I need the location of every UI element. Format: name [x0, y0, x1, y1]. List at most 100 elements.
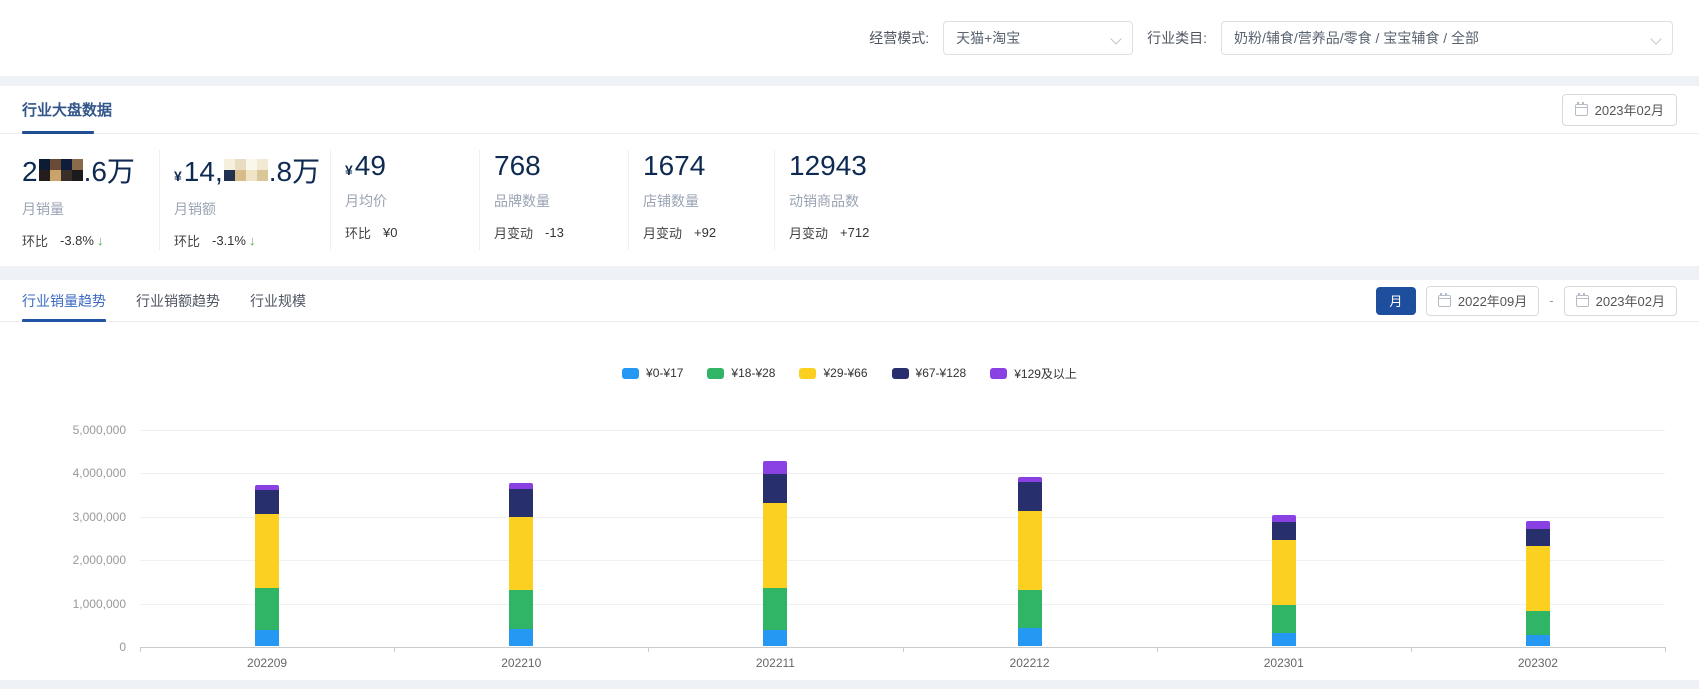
- tab-行业规模[interactable]: 行业规模: [250, 280, 306, 322]
- chevron-down-icon: [1112, 33, 1122, 43]
- stat-value-suffix: .6万: [83, 156, 135, 187]
- stat-sub-value: +712: [840, 225, 870, 240]
- x-axis-category-label: 202212: [1009, 656, 1050, 670]
- bar-segment: [509, 590, 534, 630]
- legend-swatch: [891, 367, 909, 379]
- legend-item[interactable]: ¥29-¥66: [799, 366, 868, 380]
- category-select-value: 奶粉/辅食/营养品/零食 / 宝宝辅食 / 全部: [1234, 30, 1480, 46]
- stat-sub-row: 月变动 -13: [494, 223, 618, 242]
- y-axis-tick-label: 3,000,000: [72, 509, 126, 524]
- bar-segment: [255, 629, 280, 646]
- calendar-icon: [1574, 101, 1588, 116]
- stat-value-text: 1674: [643, 150, 706, 181]
- stacked-bar-202210[interactable]: [509, 483, 534, 646]
- y-axis-tick-label: 2,000,000: [72, 553, 126, 568]
- mode-select[interactable]: 天猫+淘宝: [943, 21, 1134, 55]
- tab-行业销额趋势[interactable]: 行业销额趋势: [136, 280, 220, 322]
- stat-sub-value: -3.8%: [60, 233, 94, 248]
- bar-segment: [1525, 634, 1550, 646]
- arrow-down-icon: ↓: [96, 233, 104, 248]
- trend-header: 行业销量趋势 行业销额趋势 行业规模 月 2022年09月 - 2023年02月: [0, 280, 1699, 322]
- legend-swatch: [990, 367, 1008, 379]
- tab-industry-overview[interactable]: 行业大盘数据: [22, 86, 112, 134]
- category-select[interactable]: 奶粉/辅食/营养品/零食 / 宝宝辅食 / 全部: [1221, 21, 1673, 55]
- bar-segment: [1017, 511, 1042, 590]
- stat-sub-value: -3.1%: [212, 233, 246, 248]
- currency-symbol: ¥: [174, 168, 182, 184]
- gridline: [140, 516, 1665, 518]
- range-end-picker[interactable]: 2023年02月: [1563, 285, 1677, 316]
- bar-segment: [763, 503, 788, 589]
- stacked-bar-chart: 202209 202210 202211 202212 202301 202302 0 1,…: [22, 394, 1677, 670]
- stat-label: 动销商品数: [789, 193, 859, 209]
- bar-segment: [1017, 627, 1042, 646]
- stats-row: 2.6万 月销量 环比 -3.8% ↓ ¥14, .8万 月销额 环比 -3.1% ↓ ¥49 月均价环…: [22, 134, 1677, 250]
- legend-label: ¥18-¥28: [731, 366, 776, 380]
- stat-label: 品牌数量: [494, 193, 550, 209]
- stat-sub-key: 月变动: [494, 226, 534, 241]
- trend-controls: 月 2022年09月 - 2023年02月: [1375, 285, 1677, 316]
- bar-segment: [509, 629, 534, 646]
- gridline: [140, 603, 1665, 605]
- x-axis-tick: [1410, 647, 1412, 652]
- stat-card: 12943 动销商品数 月变动 +712: [775, 150, 1677, 250]
- bar-segment: [255, 514, 280, 588]
- top-filter-bar: 经营模式: 天猫+淘宝 行业类目: 奶粉/辅食/营养品/零食 / 宝宝辅食 / …: [0, 0, 1699, 76]
- stacked-bar-202302[interactable]: [1525, 521, 1550, 646]
- redacted-mosaic: [223, 159, 268, 181]
- range-separator: -: [1549, 293, 1554, 308]
- bar-segment: [1017, 589, 1042, 628]
- stat-label: 月销量: [22, 201, 64, 217]
- stat-value-text: 12943: [789, 150, 867, 181]
- bar-segment: [1271, 632, 1296, 646]
- legend-swatch: [622, 367, 640, 379]
- period-month-button[interactable]: 月: [1375, 286, 1416, 315]
- stacked-bar-202212[interactable]: [1017, 476, 1042, 646]
- stat-value: 2 .6万: [22, 150, 149, 190]
- stacked-bar-202301[interactable]: [1271, 514, 1296, 646]
- stat-value: 768: [494, 150, 618, 182]
- stat-sub-value: ¥0: [383, 225, 398, 240]
- chevron-down-icon: [1652, 33, 1662, 43]
- overview-month-picker[interactable]: 2023年02月: [1561, 93, 1677, 126]
- stat-sub-key: 环比: [345, 226, 372, 241]
- x-axis-tick: [902, 647, 904, 652]
- bar-segment: [1017, 481, 1042, 512]
- range-start-picker[interactable]: 2022年09月: [1425, 285, 1540, 316]
- stat-card: 1674 店铺数量 月变动 +92: [629, 150, 775, 250]
- chart-plot-area: 202209 202210 202211 202212 202301 202302: [140, 430, 1666, 670]
- stat-sub-key: 环比: [174, 234, 201, 249]
- stat-card: 768 品牌数量月变动 -13: [480, 150, 629, 250]
- x-axis-category-label: 202211: [755, 656, 795, 670]
- legend-label: ¥67-¥128: [915, 366, 967, 380]
- y-axis-tick-label: 0: [119, 640, 126, 654]
- stacked-bar-202211[interactable]: [763, 460, 788, 646]
- trend-tabs: 行业销量趋势 行业销额趋势 行业规模: [22, 280, 306, 322]
- legend-item[interactable]: ¥129及以上: [990, 366, 1077, 381]
- overview-title: 行业大盘数据: [22, 102, 113, 119]
- legend-label: ¥0-¥17: [646, 366, 684, 380]
- legend-item[interactable]: ¥67-¥128: [891, 366, 967, 380]
- overview-header: 行业大盘数据 2023年02月: [0, 86, 1699, 134]
- x-axis-category-label: 202302: [1517, 656, 1558, 670]
- bar-segment: [509, 488, 534, 518]
- legend-item[interactable]: ¥0-¥17: [622, 366, 683, 380]
- stat-label: 月均价: [345, 193, 387, 209]
- chart-legend: ¥0-¥17 ¥18-¥28 ¥29-¥66 ¥67-¥128 ¥129及以上: [22, 366, 1677, 381]
- bar-segment: [1525, 521, 1550, 529]
- stat-sub-key: 环比: [22, 234, 49, 249]
- legend-item[interactable]: ¥18-¥28: [707, 366, 775, 380]
- active-tab-underline: [22, 130, 94, 134]
- tab-行业销量趋势[interactable]: 行业销量趋势: [22, 280, 106, 322]
- x-axis-tick: [1665, 647, 1666, 652]
- stacked-bar-202209[interactable]: [255, 485, 280, 646]
- bar-segment: [1271, 514, 1296, 523]
- bar-segment: [763, 588, 788, 630]
- bar-segment: [509, 517, 534, 591]
- stat-sub-key: 月变动: [643, 226, 683, 241]
- mode-filter-label: 经营模式:: [869, 30, 930, 46]
- x-axis-tick: [140, 647, 141, 652]
- bar-segment: [255, 490, 280, 515]
- stat-sub-value: -13: [545, 225, 564, 240]
- bar-segment: [1525, 546, 1550, 612]
